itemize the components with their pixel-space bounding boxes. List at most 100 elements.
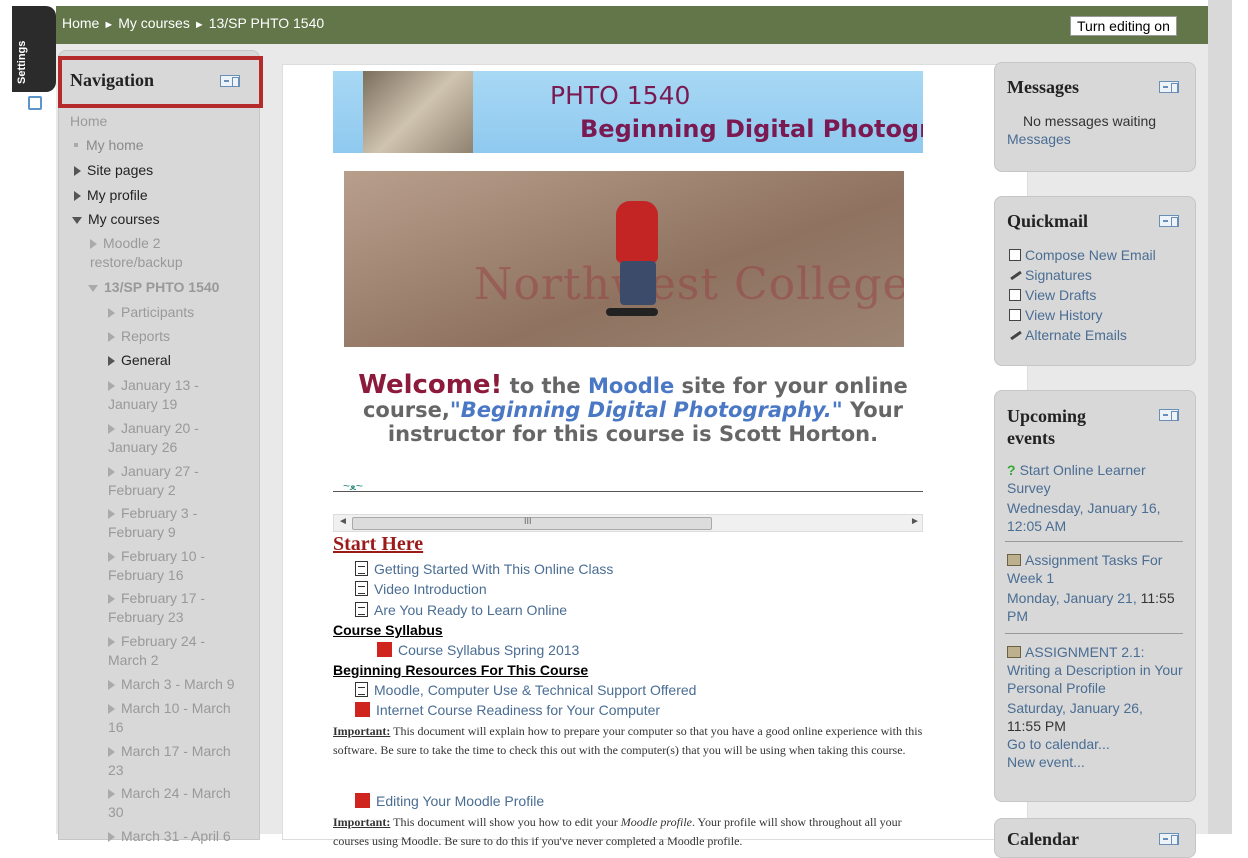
nav-my-home[interactable]: My home bbox=[72, 136, 144, 155]
resource-course-readiness[interactable]: Internet Course Readiness for Your Compu… bbox=[355, 702, 660, 718]
document-icon bbox=[355, 581, 368, 596]
nav-week[interactable]: March 24 - March 30 bbox=[108, 784, 244, 822]
nav-week[interactable]: February 17 - February 23 bbox=[108, 589, 238, 627]
new-event-link[interactable]: New event... bbox=[1007, 753, 1185, 771]
expand-icon bbox=[74, 166, 81, 177]
nav-week[interactable]: March 3 - March 9 bbox=[108, 675, 244, 694]
expand-icon bbox=[74, 191, 81, 202]
nav-my-profile[interactable]: My profile bbox=[74, 186, 148, 205]
go-to-calendar-link[interactable]: Go to calendar... bbox=[1007, 735, 1185, 753]
document-icon bbox=[355, 561, 368, 576]
resource-course-syllabus[interactable]: Course Syllabus Spring 2013 bbox=[377, 642, 579, 658]
scroll-thumb[interactable] bbox=[352, 517, 712, 530]
navbar: Home ► My courses ► 13/SP PHTO 1540 Turn edi… bbox=[56, 6, 1208, 44]
breadcrumb-home[interactable]: Home bbox=[62, 15, 99, 31]
pdf-icon bbox=[355, 702, 370, 717]
block-dock-icon[interactable] bbox=[1159, 81, 1179, 93]
nav-label: General bbox=[121, 352, 171, 368]
scroll-right-icon[interactable]: ► bbox=[910, 516, 920, 527]
nav-week[interactable]: March 17 - March 23 bbox=[108, 742, 244, 780]
nav-general[interactable]: General bbox=[108, 351, 171, 370]
dock-icon[interactable] bbox=[28, 96, 42, 110]
block-dock-icon[interactable] bbox=[1159, 833, 1179, 845]
resource-label: Getting Started With This Online Class bbox=[374, 561, 614, 577]
nav-participants[interactable]: Participants bbox=[108, 303, 194, 322]
resource-ready-to-learn[interactable]: Are You Ready to Learn Online bbox=[355, 602, 567, 618]
settings-dock-tab[interactable]: Settings bbox=[12, 6, 56, 92]
quickmail-history[interactable]: View History bbox=[1009, 307, 1103, 323]
expand-icon bbox=[108, 747, 115, 758]
quickmail-drafts[interactable]: View Drafts bbox=[1009, 287, 1096, 303]
event-ampm: PM bbox=[1007, 608, 1028, 624]
nav-label: February 24 - March 2 bbox=[108, 633, 206, 668]
nav-week[interactable]: February 3 - February 9 bbox=[108, 504, 238, 542]
nav-label: January 20 - January 26 bbox=[108, 420, 199, 455]
event-assignment-2-1[interactable]: ASSIGNMENT 2.1: Writing a Description in… bbox=[1007, 643, 1185, 697]
nav-label: February 3 - February 9 bbox=[108, 505, 198, 540]
messages-link[interactable]: Messages bbox=[1007, 131, 1071, 147]
horizontal-scrollbar[interactable]: ◄ III ► bbox=[333, 514, 923, 532]
nav-week[interactable]: January 27 - February 2 bbox=[108, 462, 238, 500]
event-assignment-2-1-date: Saturday, January 26, bbox=[1007, 700, 1143, 716]
keyboard-image bbox=[363, 71, 473, 153]
nav-course[interactable]: 13/SP PHTO 1540 bbox=[88, 278, 219, 297]
nav-week[interactable]: March 10 - March 16 bbox=[108, 699, 244, 737]
nav-label: My profile bbox=[87, 187, 148, 203]
nav-label: Participants bbox=[121, 304, 195, 320]
page: Home ► My courses ► 13/SP PHTO 1540 Turn edi… bbox=[56, 6, 1208, 858]
assignment-icon bbox=[1007, 646, 1021, 658]
skater-photo: Northwest College bbox=[344, 171, 904, 347]
breadcrumb-course[interactable]: 13/SP PHTO 1540 bbox=[209, 15, 324, 31]
quickmail-alternate[interactable]: Alternate Emails bbox=[1009, 327, 1127, 343]
breadcrumb-my-courses[interactable]: My courses bbox=[118, 15, 190, 31]
nav-week[interactable]: January 20 - January 26 bbox=[108, 419, 238, 457]
quickmail-signatures[interactable]: Signatures bbox=[1009, 267, 1092, 283]
nav-label: March 24 - March 30 bbox=[108, 785, 231, 820]
events-title: Upcoming events bbox=[1007, 406, 1087, 448]
resource-getting-started[interactable]: Getting Started With This Online Class bbox=[355, 561, 613, 577]
important-label: Important: bbox=[333, 724, 391, 738]
resource-tech-support[interactable]: Moodle, Computer Use & Technical Support… bbox=[355, 682, 696, 698]
left-gutter bbox=[0, 0, 12, 834]
nav-moodle-restore[interactable]: Moodle 2 restore/backup bbox=[90, 234, 240, 272]
calendar-block: Calendar bbox=[994, 818, 1196, 858]
event-assignment-tasks[interactable]: Assignment Tasks For Week 1 bbox=[1007, 551, 1185, 587]
block-dock-icon[interactable] bbox=[220, 75, 240, 87]
nav-week[interactable]: February 24 - March 2 bbox=[108, 632, 238, 670]
readiness-note: Important: This document will explain ho… bbox=[333, 722, 923, 760]
expand-icon bbox=[108, 332, 115, 343]
photo-college-text: Northwest College bbox=[474, 259, 904, 310]
assignment-icon bbox=[1007, 554, 1021, 566]
event-assignment-tasks-date: Monday, January 21, 11:55 PM bbox=[1007, 589, 1185, 625]
nav-week[interactable]: February 10 - February 16 bbox=[108, 547, 238, 585]
event-survey[interactable]: ? Start Online Learner Survey bbox=[1007, 461, 1185, 497]
nav-week[interactable]: March 31 - April 6 bbox=[108, 827, 244, 846]
block-dock-icon[interactable] bbox=[1159, 409, 1179, 421]
block-dock-icon[interactable] bbox=[1159, 215, 1179, 227]
nav-site-pages[interactable]: Site pages bbox=[74, 161, 153, 180]
nav-week[interactable]: January 13 - January 19 bbox=[108, 376, 238, 414]
nav-label: My home bbox=[86, 137, 144, 153]
turn-editing-on-button[interactable]: Turn editing on bbox=[1070, 16, 1177, 36]
quickmail-compose[interactable]: Compose New Email bbox=[1009, 247, 1156, 263]
nav-reports[interactable]: Reports bbox=[108, 327, 170, 346]
expand-icon bbox=[108, 381, 115, 392]
scroll-left-icon[interactable]: ◄ bbox=[338, 516, 348, 527]
resource-editing-profile[interactable]: Editing Your Moodle Profile bbox=[355, 793, 544, 809]
event-date: Monday, January 21, bbox=[1007, 590, 1141, 606]
course-content: PHTO 1540 Beginning Digital Photograp No… bbox=[282, 64, 1028, 848]
nav-home[interactable]: Home bbox=[70, 112, 107, 131]
quickmail-label: Compose New Email bbox=[1025, 247, 1156, 263]
quickmail-label: Signatures bbox=[1025, 267, 1092, 283]
expand-icon bbox=[108, 680, 115, 691]
resource-label: Internet Course Readiness for Your Compu… bbox=[376, 702, 661, 718]
banner-course-code: PHTO 1540 bbox=[550, 81, 691, 110]
nav-label: 13/SP PHTO 1540 bbox=[104, 279, 220, 295]
resource-label: Editing Your Moodle Profile bbox=[376, 793, 545, 809]
messages-title: Messages bbox=[1007, 77, 1079, 97]
nav-my-courses[interactable]: My courses bbox=[72, 210, 160, 229]
resource-video-introduction[interactable]: Video Introduction bbox=[355, 581, 487, 597]
note-text: This document will explain how to prepar… bbox=[333, 724, 923, 757]
welcome-word: Welcome! bbox=[358, 370, 503, 400]
welcome-text: to the bbox=[502, 374, 588, 398]
